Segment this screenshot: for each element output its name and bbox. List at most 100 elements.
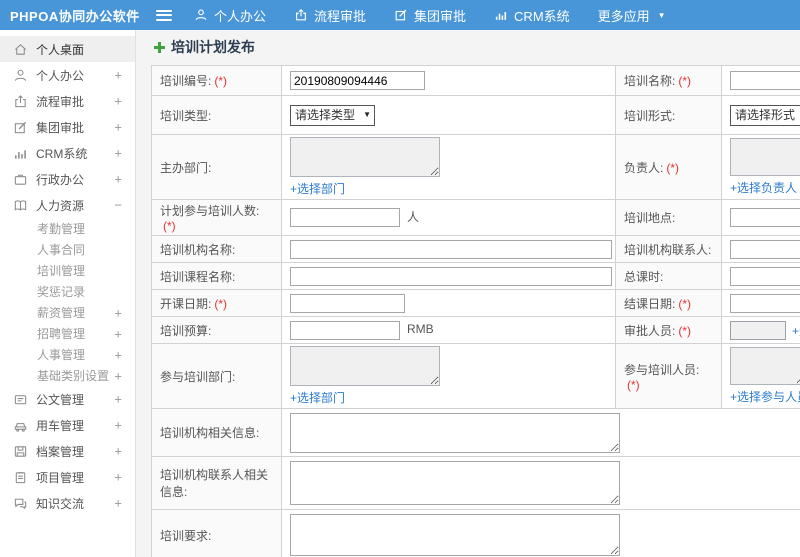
- sidebar-item-personal-desktop[interactable]: 个人桌面: [0, 36, 135, 62]
- expand-icon[interactable]: +: [114, 172, 122, 187]
- nav-personal-office[interactable]: 个人办公: [194, 6, 266, 25]
- sidebar-item-crm-system[interactable]: CRM系统 +: [0, 140, 135, 166]
- approver-input[interactable]: [730, 320, 786, 340]
- form-row: 主办部门: +选择部门 负责人: (*) +选择负责人: [151, 134, 800, 200]
- expand-icon[interactable]: +: [114, 120, 122, 135]
- sidebar-item-admin-office[interactable]: 行政办公 +: [0, 166, 135, 192]
- host-department-textarea[interactable]: [290, 137, 440, 177]
- approver-label: 审批人员:: [624, 323, 676, 338]
- expand-icon[interactable]: +: [114, 444, 122, 459]
- expand-icon[interactable]: +: [114, 326, 122, 341]
- form-row: 培训预算: RMB 审批人员:(*) +选择审批人员: [151, 316, 800, 344]
- sidebar-subitem-salary[interactable]: 薪资管理 +: [0, 302, 135, 323]
- nav-label: 个人办公: [214, 8, 267, 24]
- collapse-icon[interactable]: −: [114, 198, 122, 213]
- org-name-input[interactable]: [290, 239, 612, 259]
- leader-label: 负责人:: [624, 160, 664, 175]
- form-row: 参与培训部门: +选择部门 参与培训人员:(*) +选择参与人员: [151, 343, 800, 409]
- select-join-staff-link[interactable]: +选择参与人员: [730, 388, 800, 405]
- select-leader-link[interactable]: +选择负责人: [730, 179, 797, 196]
- document-icon: [13, 392, 28, 407]
- nav-crm-system[interactable]: CRM系统: [494, 6, 570, 25]
- sidebar-subitem-rewards[interactable]: 奖惩记录: [0, 281, 135, 302]
- edit-icon: [394, 8, 408, 22]
- edit-icon: [13, 120, 28, 135]
- join-department-textarea[interactable]: [290, 346, 440, 386]
- training-name-input[interactable]: [730, 71, 800, 90]
- planned-count-input[interactable]: [290, 208, 400, 228]
- sidebar-item-process-approval[interactable]: 流程审批 +: [0, 88, 135, 114]
- expand-icon[interactable]: +: [114, 368, 122, 383]
- expand-icon[interactable]: +: [114, 496, 122, 511]
- nav-process-approval[interactable]: 流程审批: [294, 6, 366, 25]
- clipboard-icon: [13, 470, 28, 485]
- expand-icon[interactable]: +: [114, 305, 122, 320]
- app-window: PHPOA协同办公软件 个人办公 流程审批 集团审批 CRM系统 更多应用 ▼ …: [0, 0, 800, 557]
- sidebar-item-vehicle[interactable]: 用车管理 +: [0, 412, 135, 438]
- training-number-label: 培训编号:: [160, 74, 212, 88]
- org-contact-info-textarea[interactable]: [290, 461, 620, 505]
- sidebar-item-human-resources[interactable]: 人力资源 −: [0, 192, 135, 218]
- required-marker: (*): [627, 377, 640, 392]
- nav-group-approval[interactable]: 集团审批: [394, 6, 466, 25]
- sidebar-subitem-personnel[interactable]: 人事管理 +: [0, 344, 135, 365]
- join-staff-textarea[interactable]: [730, 347, 800, 385]
- host-department-label: 主办部门:: [160, 160, 212, 175]
- training-format-select[interactable]: 请选择形式: [730, 104, 800, 126]
- nav-label: CRM系统: [514, 8, 570, 24]
- form-row: 计划参与培训人数:(*) 人 培训地点:: [151, 199, 800, 236]
- org-info-textarea[interactable]: [290, 412, 620, 453]
- sidebar-item-group-approval[interactable]: 集团审批 +: [0, 114, 135, 140]
- sidebar-subitem-hr-contract[interactable]: 人事合同: [0, 239, 135, 260]
- training-type-select[interactable]: 请选择类型: [290, 104, 375, 126]
- start-date-input[interactable]: [290, 293, 405, 313]
- org-contact-input[interactable]: [730, 239, 800, 259]
- org-contact-info-label: 培训机构联系人相关信息:: [160, 468, 269, 499]
- sidebar-subitem-base-category[interactable]: 基础类别设置 +: [0, 365, 135, 386]
- total-hours-label: 总课时:: [624, 269, 664, 284]
- sidebar-item-archives[interactable]: 档案管理 +: [0, 438, 135, 464]
- select-approver-link[interactable]: +选择审批人员: [792, 322, 800, 339]
- sidebar-subitem-training[interactable]: 培训管理: [0, 260, 135, 281]
- budget-input[interactable]: [290, 320, 400, 340]
- end-date-input[interactable]: [730, 293, 800, 313]
- training-number-input[interactable]: [290, 71, 425, 90]
- menu-toggle-icon[interactable]: [156, 9, 172, 21]
- training-plan-form: 培训编号:(*) 培训名称:(*) 培训类型: 请选择类型 培训形式: 请选择形…: [151, 65, 800, 557]
- required-marker: (*): [678, 323, 692, 338]
- expand-icon[interactable]: +: [114, 146, 122, 161]
- expand-icon[interactable]: +: [114, 418, 122, 433]
- page-title: 培训计划发布: [171, 39, 255, 55]
- select-join-department-link[interactable]: +选择部门: [290, 389, 345, 406]
- caret-down-icon: ▼: [657, 10, 666, 20]
- expand-icon[interactable]: +: [114, 392, 122, 407]
- leader-textarea[interactable]: [730, 138, 800, 176]
- requirements-textarea[interactable]: [290, 514, 620, 556]
- sidebar-subitem-attendance[interactable]: 考勤管理: [0, 218, 135, 239]
- nav-label: 集团审批: [414, 8, 467, 24]
- nav-more-apps[interactable]: 更多应用 ▼: [598, 6, 666, 25]
- select-department-link[interactable]: +选择部门: [290, 180, 345, 197]
- planned-count-unit: 人: [407, 209, 420, 224]
- expand-icon[interactable]: +: [114, 470, 122, 485]
- planned-count-label: 计划参与培训人数:: [160, 204, 260, 218]
- sidebar-item-personal-office[interactable]: 个人办公 +: [0, 62, 135, 88]
- form-row: 培训机构联系人相关信息:: [151, 456, 800, 510]
- add-icon: [153, 41, 166, 54]
- sidebar-item-knowledge[interactable]: 知识交流 +: [0, 490, 135, 516]
- car-icon: [13, 418, 28, 433]
- expand-icon[interactable]: +: [114, 347, 122, 362]
- location-input[interactable]: [730, 208, 800, 227]
- sidebar-item-projects[interactable]: 项目管理 +: [0, 464, 135, 490]
- sidebar-item-official-docs[interactable]: 公文管理 +: [0, 386, 135, 412]
- expand-icon[interactable]: +: [114, 68, 122, 83]
- expand-icon[interactable]: +: [114, 94, 122, 109]
- required-marker: (*): [678, 296, 692, 311]
- form-row: 培训编号:(*) 培训名称:(*): [151, 65, 800, 96]
- course-name-input[interactable]: [290, 266, 612, 286]
- total-hours-input[interactable]: [730, 266, 800, 286]
- process-upload-icon: [13, 94, 28, 109]
- sidebar-subitem-recruitment[interactable]: 招聘管理 +: [0, 323, 135, 344]
- top-navbar: PHPOA协同办公软件 个人办公 流程审批 集团审批 CRM系统 更多应用 ▼: [0, 0, 800, 30]
- sidebar: 个人桌面 个人办公 + 流程审批 + 集团审批 + CRM系统 + 行政办公 +…: [0, 30, 136, 557]
